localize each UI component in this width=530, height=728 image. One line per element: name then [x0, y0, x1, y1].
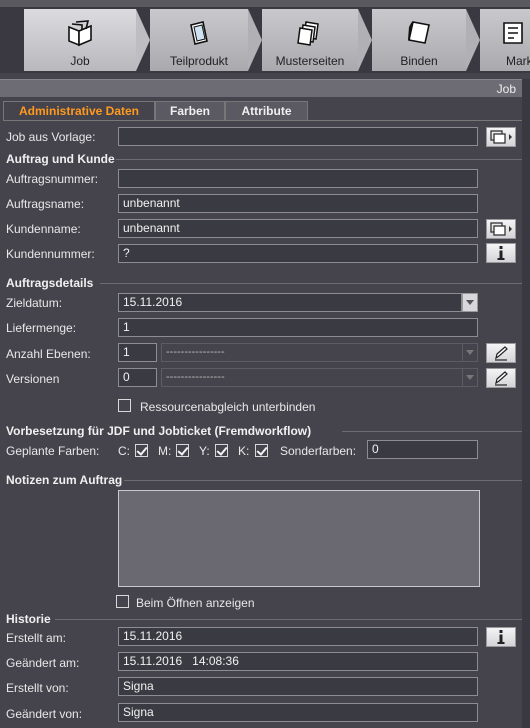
versionen-combo-dropdown[interactable] — [462, 368, 478, 387]
kundennummer-field[interactable]: ? — [118, 244, 478, 263]
ebenen-combo[interactable]: ---------------- — [161, 343, 463, 362]
step-mark[interactable]: Mark — [480, 9, 530, 71]
farbe-y-checkbox[interactable] — [215, 444, 228, 457]
ressourcenabgleich-checkbox[interactable] — [118, 399, 131, 412]
geaendert-am-field[interactable]: 15.11.2016 14:08:36 — [118, 652, 478, 671]
geaendert-von-label: Geändert von: — [6, 707, 83, 721]
panel-title: Job — [496, 82, 516, 96]
auftragsnummer-field[interactable] — [118, 169, 478, 188]
step-mark-label: Mark — [506, 54, 530, 68]
anzahl-ebenen-field[interactable]: 1 — [118, 343, 157, 362]
section-historie: Historie — [6, 612, 51, 626]
sonderfarben-field[interactable]: 0 — [367, 440, 478, 459]
workflow-bar: Job Teilprodukt Musterseiten Binden Mark — [0, 0, 530, 73]
pencil-edit-icon — [495, 371, 508, 386]
vorlage-label: Job aus Vorlage: — [6, 130, 96, 144]
step-arrow — [136, 9, 150, 71]
anzahl-ebenen-label: Anzahl Ebenen: — [6, 347, 91, 361]
vorlage-select-button[interactable] — [486, 127, 516, 147]
ebenen-combo-dropdown[interactable] — [462, 343, 478, 362]
erstellt-von-label: Erstellt von: — [6, 681, 69, 695]
step-arrow — [358, 9, 372, 71]
versionen-edit-button[interactable] — [486, 368, 516, 388]
auftragsnummer-label: Auftragsnummer: — [6, 172, 99, 186]
farbe-m-checkbox[interactable] — [176, 444, 189, 457]
tab-administrative-daten[interactable]: Administrative Daten — [3, 101, 155, 121]
ressourcenabgleich-label: Ressourcenabgleich unterbinden — [140, 400, 316, 414]
beim-oeffnen-checkbox[interactable] — [116, 595, 129, 608]
kunde-info-button[interactable] — [486, 243, 516, 263]
step-job[interactable]: Job — [24, 9, 136, 71]
master-pages-icon — [297, 21, 319, 46]
section-divider — [342, 431, 522, 432]
info-icon — [497, 630, 505, 644]
beim-oeffnen-label: Beim Öffnen anzeigen — [136, 596, 255, 610]
farbe-c-label: C: — [118, 444, 130, 458]
geaendert-am-label: Geändert am: — [6, 656, 80, 670]
farbe-c-checkbox[interactable] — [135, 444, 148, 457]
tab-underline — [3, 120, 522, 121]
auftragsname-field[interactable]: unbenannt — [118, 194, 478, 213]
sonderfarben-label: Sonderfarben: — [280, 444, 357, 458]
auftragsname-label: Auftragsname: — [6, 197, 85, 211]
farbe-k-label: K: — [238, 444, 250, 458]
kundennummer-label: Kundennummer: — [6, 247, 95, 261]
workflow-top-strip — [0, 0, 530, 7]
vorlage-field[interactable] — [118, 127, 478, 146]
panel-title-bar: Job — [0, 79, 522, 97]
job-book-icon — [68, 20, 92, 47]
monitor-select-icon — [490, 222, 512, 236]
kundenname-field[interactable]: unbenannt — [118, 219, 478, 238]
erstellt-von-field[interactable]: Signa — [118, 677, 478, 696]
step-teilprodukt-label: Teilprodukt — [169, 54, 229, 68]
historie-info-button[interactable] — [486, 627, 516, 647]
section-notizen: Notizen zum Auftrag — [6, 473, 123, 487]
step-arrow — [466, 9, 480, 71]
info-icon — [497, 246, 505, 260]
part-product-icon — [190, 21, 208, 45]
ebenen-edit-button[interactable] — [486, 343, 516, 363]
marks-icon — [503, 22, 523, 44]
step-teilprodukt[interactable]: Teilprodukt — [150, 9, 248, 71]
section-divider — [116, 159, 522, 160]
section-auftragsdetails: Auftragsdetails — [6, 276, 94, 290]
section-jdf-vorbesetzung: Vorbesetzung für JDF und Jobticket (Frem… — [6, 424, 312, 438]
step-binden[interactable]: Binden — [372, 9, 466, 71]
zieldatum-label: Zieldatum: — [6, 296, 63, 310]
geplante-farben-label: Geplante Farben: — [6, 444, 100, 458]
section-auftrag-und-kunde: Auftrag und Kunde — [6, 152, 115, 166]
geaendert-von-field[interactable]: Signa — [118, 703, 478, 722]
section-divider — [100, 283, 522, 284]
step-arrow — [248, 9, 262, 71]
notizen-textarea[interactable] — [118, 490, 480, 587]
zieldatum-field[interactable]: 15.11.2016 — [118, 293, 462, 312]
farbe-m-label: M: — [158, 444, 172, 458]
erstellt-am-label: Erstellt am: — [6, 631, 67, 645]
step-job-label: Job — [70, 54, 90, 68]
liefermenge-field[interactable]: 1 — [118, 318, 478, 337]
versionen-combo[interactable]: ---------------- — [161, 368, 463, 387]
step-musterseiten-label: Musterseiten — [275, 54, 345, 68]
kundenname-label: Kundenname: — [6, 222, 81, 236]
monitor-select-icon — [490, 130, 512, 144]
versionen-label: Versionen — [6, 372, 60, 386]
tab-attribute[interactable]: Attribute — [225, 101, 308, 121]
section-divider — [124, 480, 522, 481]
kunde-select-button[interactable] — [486, 219, 516, 239]
versionen-field[interactable]: 0 — [118, 368, 157, 387]
section-divider — [55, 619, 522, 620]
pencil-edit-icon — [495, 346, 508, 361]
binding-icon — [408, 21, 430, 44]
farbe-k-checkbox[interactable] — [255, 444, 268, 457]
step-binden-label: Binden — [400, 54, 438, 68]
step-musterseiten[interactable]: Musterseiten — [262, 9, 358, 71]
tab-farben[interactable]: Farben — [155, 101, 225, 121]
farbe-y-label: Y: — [199, 444, 210, 458]
erstellt-am-field[interactable]: 15.11.2016 — [118, 627, 478, 646]
right-edge-strip — [522, 79, 530, 728]
zieldatum-dropdown-button[interactable] — [462, 293, 478, 312]
liefermenge-label: Liefermenge: — [6, 321, 77, 335]
